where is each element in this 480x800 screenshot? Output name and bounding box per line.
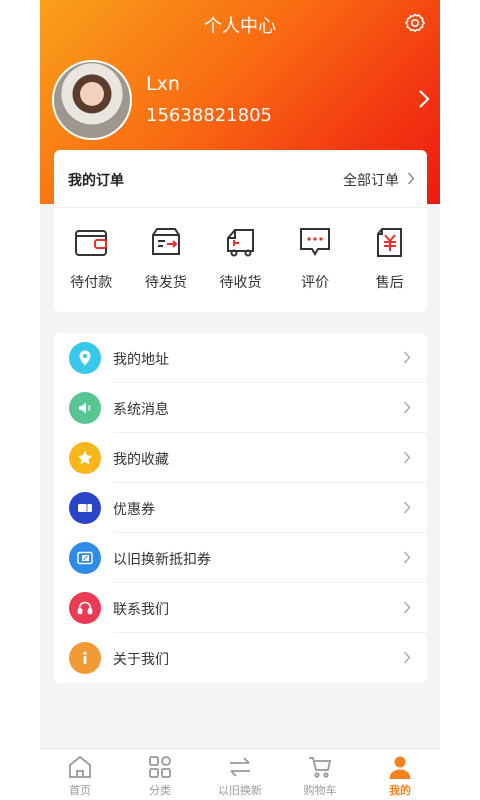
refund-icon [376,228,402,257]
menu-item-contact-us[interactable]: 联系我们 [54,583,427,633]
menu-item-label: 系统消息 [113,402,169,418]
coupon-icon [69,492,101,524]
headset-icon [69,592,101,624]
tab-label: 分类 [149,784,171,797]
location-icon [69,342,101,374]
chevron-right-icon [403,451,411,464]
orders-title: 我的订单 [68,173,124,189]
order-status-to-ship[interactable]: 待发货 [129,225,204,292]
phone-screen: 个人中心 Lxn 15638821805 我的订单 全部订单 待付款 待发货 待… [40,0,440,800]
avatar[interactable] [52,60,132,140]
wallet-icon [75,230,108,256]
status-label: 待收货 [219,275,262,291]
all-orders-link[interactable]: 全部订单 [343,170,399,190]
menu-item-address[interactable]: 我的地址 [54,333,427,383]
category-icon [149,756,171,778]
order-status-row: 待付款 待发货 待收货 评价 售后 [54,225,427,292]
bottom-tab-bar: 首页 分类 以旧换新 购物车 我的 [40,748,440,800]
home-icon [69,755,91,778]
order-status-review[interactable]: 评价 [278,225,353,292]
chevron-right-icon [403,401,411,414]
menu-item-label: 以旧换新抵扣券 [113,552,211,568]
user-name: Lxn [146,73,180,95]
box-shipping-icon [151,228,180,255]
order-status-pending-payment[interactable]: 待付款 [54,225,129,292]
trade-in-coupon-icon [69,542,101,574]
menu-item-system-messages[interactable]: 系统消息 [54,383,427,433]
user-icon [389,756,411,779]
menu-item-about-us[interactable]: 关于我们 [54,633,427,683]
tab-mine[interactable]: 我的 [360,749,440,800]
tab-trade-in[interactable]: 以旧换新 [200,749,280,800]
info-icon [69,642,101,674]
chevron-right-icon [403,601,411,614]
menu-item-favorites[interactable]: 我的收藏 [54,433,427,483]
menu-item-trade-in-coupons[interactable]: 以旧换新抵扣券 [54,533,427,583]
star-icon [69,442,101,474]
cart-icon [309,757,332,778]
orders-header[interactable]: 我的订单 全部订单 [54,150,427,208]
status-label: 待发货 [144,275,187,291]
menu-item-label: 我的收藏 [113,452,169,468]
order-status-after-sale[interactable]: 售后 [352,225,427,292]
user-phone: 15638821805 [146,105,272,126]
gear-icon[interactable] [403,12,427,36]
tab-label: 首页 [69,784,91,797]
chevron-right-icon [403,351,411,364]
chevron-right-icon [403,551,411,564]
status-label: 评价 [301,275,330,291]
tab-label: 以旧换新 [218,784,262,797]
menu-item-label: 优惠券 [113,502,155,518]
comment-icon [300,228,331,256]
tab-cart[interactable]: 购物车 [280,749,360,800]
tab-label: 我的 [389,784,411,797]
status-label: 售后 [375,275,404,291]
page-title: 个人中心 [204,16,276,37]
tab-home[interactable]: 首页 [40,749,120,800]
menu-item-label: 联系我们 [113,602,169,618]
exchange-icon [230,757,250,777]
chevron-right-icon [407,172,415,185]
chevron-right-icon[interactable] [418,89,430,109]
truck-icon [227,229,255,257]
order-status-to-receive[interactable]: 待收货 [203,225,278,292]
menu-item-label: 关于我们 [113,652,169,668]
speaker-icon [69,392,101,424]
chevron-right-icon [403,651,411,664]
tab-category[interactable]: 分类 [120,749,200,800]
tab-label: 购物车 [303,784,337,797]
status-label: 待付款 [70,275,113,291]
menu-card: 我的地址 系统消息 我的收藏 优惠券 以旧换新抵扣券 联系我们 关于我们 [54,333,427,683]
chevron-right-icon [403,501,411,514]
menu-item-label: 我的地址 [113,352,169,368]
menu-item-coupons[interactable]: 优惠券 [54,483,427,533]
orders-card: 我的订单 全部订单 待付款 待发货 待收货 评价 售后 [54,150,427,312]
